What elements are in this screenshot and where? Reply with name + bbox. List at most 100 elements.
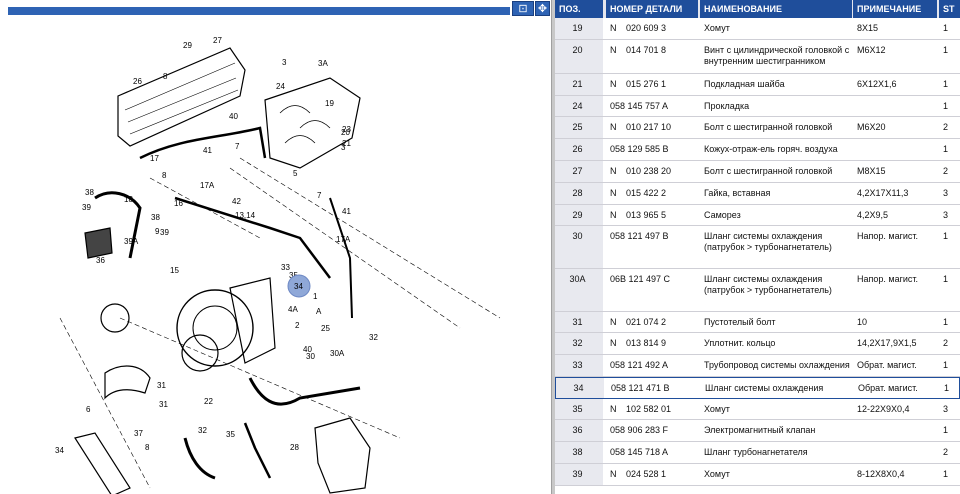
cell-part-number: 010 238 20 xyxy=(626,166,672,176)
callout-label[interactable]: 30A xyxy=(330,349,345,358)
callout-label[interactable]: 27 xyxy=(213,36,222,45)
callout-label[interactable]: 3A xyxy=(318,59,328,68)
header-note[interactable]: ПРИМЕЧАНИЕ xyxy=(853,0,937,18)
table-row[interactable]: 20 N 014 701 8 Винт с цилиндрической головк… xyxy=(555,40,960,74)
cell-st: 1 xyxy=(943,144,949,154)
cell-st: 2 xyxy=(943,338,949,348)
callout-label[interactable]: 24 xyxy=(276,82,285,91)
cell-pos: 25 xyxy=(555,117,603,138)
fit-view-button[interactable]: ⊡ xyxy=(512,1,534,16)
callout-label[interactable]: 39A xyxy=(124,237,139,246)
callout-label[interactable]: 42 xyxy=(232,197,241,206)
table-row[interactable]: 34 058 121 471 B Шланг системы охлаждения О… xyxy=(555,377,960,399)
callout-label[interactable]: 7 xyxy=(235,142,240,151)
cell-st: 1 xyxy=(943,79,949,89)
callout-label[interactable]: 17A xyxy=(336,235,351,244)
cell-part-number: 058 906 283 F xyxy=(610,425,669,435)
callout-label[interactable]: A xyxy=(316,307,322,316)
callout-label[interactable]: 1 xyxy=(313,292,318,301)
callout-label[interactable]: 41 xyxy=(342,207,351,216)
move-icon[interactable]: ✥ xyxy=(535,1,550,16)
table-row[interactable]: 26 058 129 585 B Кожух-отраж-ель горяч. во… xyxy=(555,139,960,161)
cell-st: 1 xyxy=(943,469,949,479)
callout-label[interactable]: 26 xyxy=(133,77,142,86)
callout-label[interactable]: 8 xyxy=(162,171,167,180)
callout-label[interactable]: 39 xyxy=(160,228,169,237)
header-name[interactable]: НАИМЕНОВАНИЕ xyxy=(700,0,852,18)
callout-label[interactable]: 38 xyxy=(85,188,94,197)
callout-label[interactable]: 17A xyxy=(200,181,215,190)
header-part-number[interactable]: НОМЕР ДЕТАЛИ xyxy=(606,0,698,18)
table-row[interactable]: 21 N 015 276 1 Подкладная шайба 6X12X1,6 1 xyxy=(555,74,960,96)
cell-note xyxy=(853,139,939,160)
callout-label[interactable]: 5 xyxy=(293,169,298,178)
callout-label[interactable]: 29 xyxy=(183,41,192,50)
table-row[interactable]: 30 058 121 497 B Шланг системы охлаждения … xyxy=(555,226,960,269)
callout-label[interactable]: 25 xyxy=(321,324,330,333)
cell-note: Напор. магист. xyxy=(857,231,919,241)
selected-callout-label[interactable]: 34 xyxy=(294,282,303,291)
callout-label[interactable]: 21 xyxy=(342,139,351,148)
callout-label[interactable]: 41 xyxy=(203,146,212,155)
table-row[interactable]: 30A 06B 121 497 C Шланг системы охлаждения… xyxy=(555,269,960,312)
cell-part-number: 058 145 718 A xyxy=(610,447,669,457)
table-row[interactable]: 19 N 020 609 3 Хомут 8X15 1 xyxy=(555,18,960,40)
callout-label[interactable]: 8 xyxy=(145,443,150,452)
cell-pos: 34 xyxy=(556,378,604,398)
callout-label[interactable]: 18 xyxy=(124,195,133,204)
cell-st: 1 xyxy=(943,45,949,55)
table-row[interactable]: 24 058 145 757 A Прокладка 1 xyxy=(555,96,960,117)
table-row[interactable]: 32 N 013 814 9 Уплотнит. кольцо 14,2X17,9X1,… xyxy=(555,333,960,355)
callout-label[interactable]: 28 xyxy=(290,443,299,452)
callout-label[interactable]: 3 xyxy=(282,58,287,67)
callout-label[interactable]: 6 xyxy=(86,405,91,414)
header-st[interactable]: ST xyxy=(939,0,960,18)
callout-label[interactable]: 38 xyxy=(151,213,160,222)
cell-name: Трубопровод системы охлаждения xyxy=(704,360,850,370)
table-row[interactable]: 27 N 010 238 20 Болт с шестигранной головко… xyxy=(555,161,960,183)
callout-label[interactable]: 36 xyxy=(96,256,105,265)
table-row[interactable]: 31 N 021 074 2 Пустотелый болт 10 1 xyxy=(555,312,960,333)
callout-label[interactable]: 31 xyxy=(157,381,166,390)
table-row[interactable]: 38 058 145 718 A Шланг турбонагнетателя 2 xyxy=(555,442,960,464)
callout-label[interactable]: 15 xyxy=(170,266,179,275)
table-row[interactable]: 36 058 906 283 F Электромагнитный клапан 1 xyxy=(555,420,960,442)
table-row[interactable]: 25 N 010 217 10 Болт с шестигранной головко… xyxy=(555,117,960,139)
callout-label[interactable]: 8 xyxy=(163,72,168,81)
callout-label[interactable]: 35 xyxy=(226,430,235,439)
callout-label[interactable]: 20 xyxy=(341,128,350,137)
callout-label[interactable]: 32 xyxy=(369,333,378,342)
cell-st: 1 xyxy=(943,425,949,435)
cell-note: 14,2X17,9X1,5 xyxy=(857,338,917,348)
cell-note: M8X15 xyxy=(857,166,886,176)
table-row[interactable]: 33 058 121 492 A Трубопровод системы охлаж… xyxy=(555,355,960,377)
callout-label[interactable]: 39 xyxy=(82,203,91,212)
callout-label[interactable]: 31 xyxy=(159,400,168,409)
cell-name: Шланг системы охлаждения (патрубок > тур… xyxy=(704,231,832,252)
callout-label[interactable]: 2 xyxy=(295,321,300,330)
callout-label[interactable]: 4A xyxy=(288,305,298,314)
callout-label[interactable]: 7 xyxy=(317,191,322,200)
cell-st: 3 xyxy=(943,210,949,220)
callout-label[interactable]: 19 xyxy=(325,99,334,108)
callout-label[interactable]: 22 xyxy=(204,397,213,406)
table-row[interactable]: 28 N 015 422 2 Гайка, вставная 4,2X17X11,3 3 xyxy=(555,183,960,205)
diagram-pane: ⊡ ✥ 29 27 3 3A 26 8 24 19 40 2 3 3 17 20 21 41 7 5 17A 7 38 4… xyxy=(0,0,551,494)
cell-note: 8-12X8X0,4 xyxy=(857,469,905,479)
callout-label[interactable]: 16 xyxy=(174,199,183,208)
table-row[interactable]: 29 N 013 965 5 Саморез 4,2X9,5 3 xyxy=(555,205,960,226)
callout-label[interactable]: 30 xyxy=(306,352,315,361)
callout-label[interactable]: 34 xyxy=(55,446,64,455)
table-row[interactable]: 35 N 102 582 01 Хомут 12-22X9X0,4 3 xyxy=(555,399,960,420)
cell-pos: 33 xyxy=(555,355,603,376)
cell-name: Хомут xyxy=(704,23,730,33)
callout-label[interactable]: 40 xyxy=(229,112,238,121)
callout-label[interactable]: 37 xyxy=(134,429,143,438)
header-pos[interactable]: ПОЗ. xyxy=(555,0,603,18)
cell-pos: 29 xyxy=(555,205,603,225)
callout-label[interactable]: 32 xyxy=(198,426,207,435)
callout-label[interactable]: 33 xyxy=(281,263,290,272)
callout-label[interactable]: 13,14 xyxy=(235,211,256,220)
callout-label[interactable]: 17 xyxy=(150,154,159,163)
table-row[interactable]: 39 N 024 528 1 Хомут 8-12X8X0,4 1 xyxy=(555,464,960,486)
